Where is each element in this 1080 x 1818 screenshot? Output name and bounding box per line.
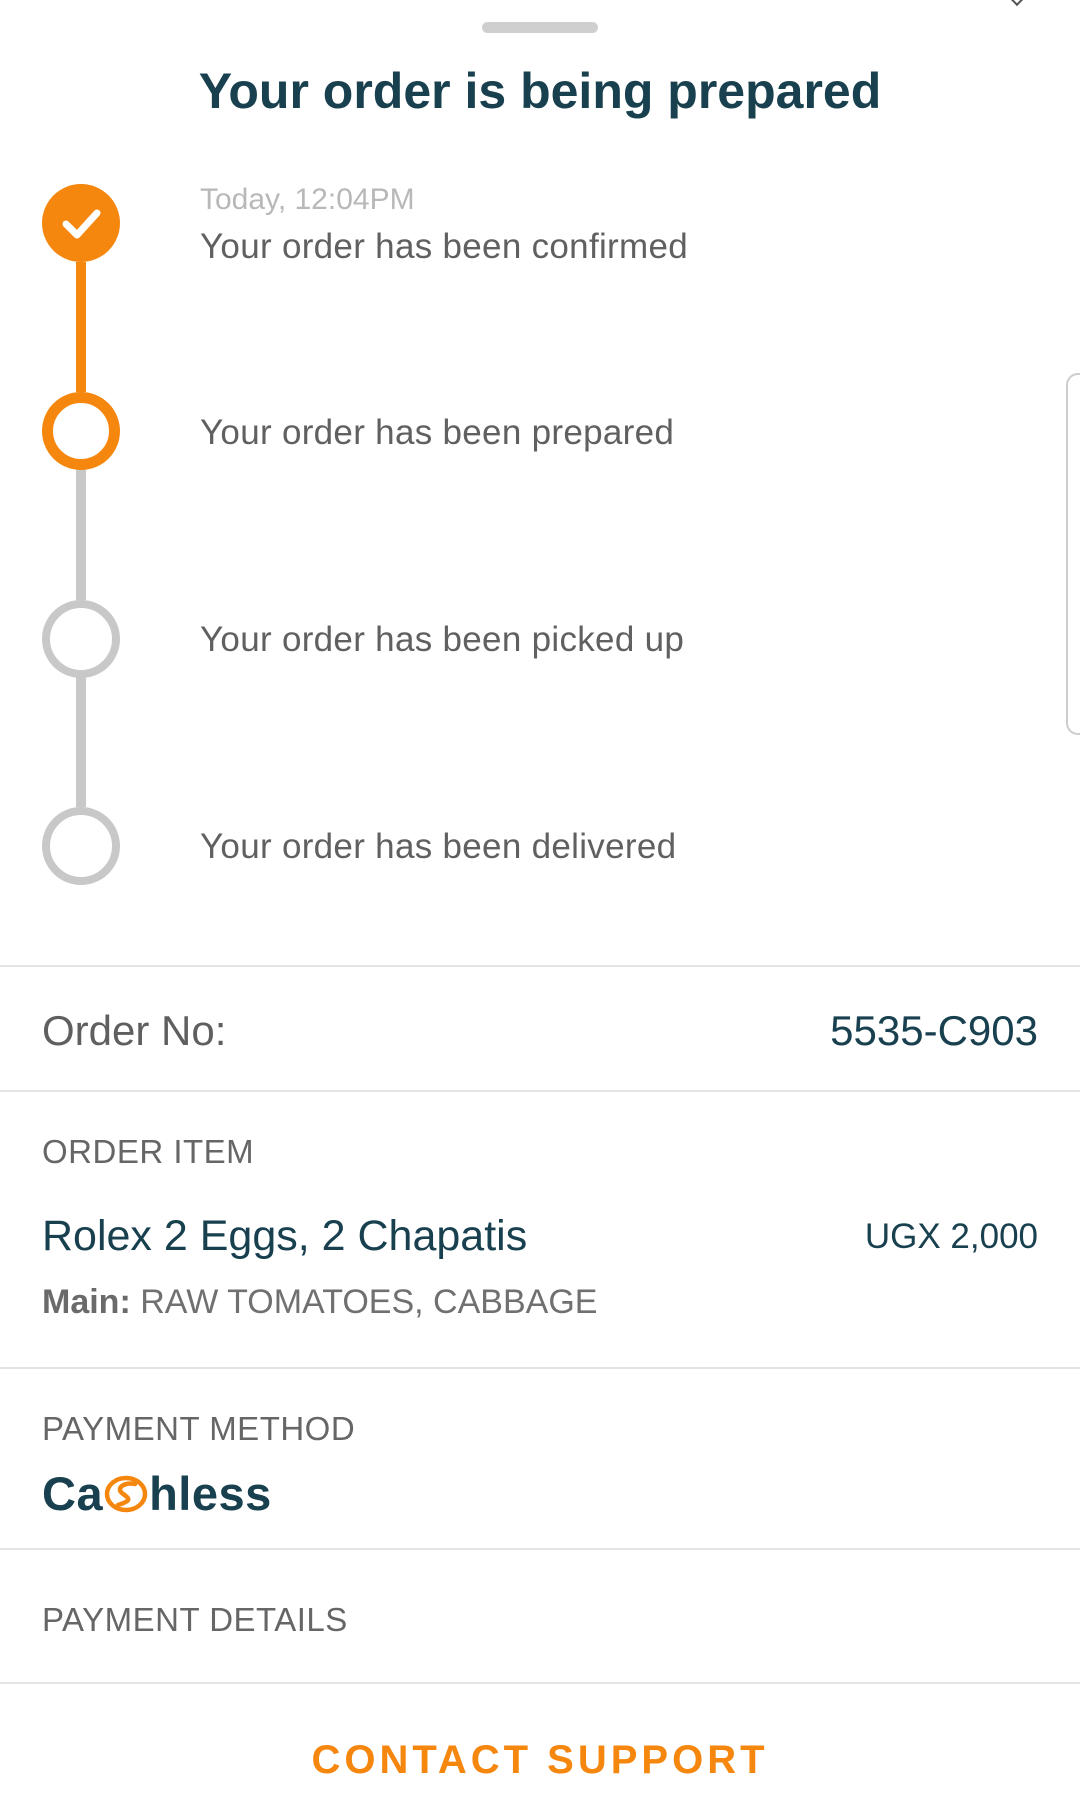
divider	[0, 1090, 1080, 1092]
timeline-connector-pending	[76, 470, 86, 600]
order-number-label: Order No:	[42, 1007, 227, 1054]
step-delivered-indicator	[42, 807, 120, 885]
timeline-connector-pending	[76, 677, 86, 807]
order-number-value: 5535-C903	[830, 1007, 1038, 1054]
cashless-s-logo-icon	[104, 1475, 148, 1513]
cashless-logo: Ca hless	[42, 1466, 272, 1521]
divider	[0, 1367, 1080, 1369]
payment-details-heading[interactable]: PAYMENT DETAILS	[42, 1601, 348, 1639]
order-progress-timeline: Today, 12:04PM Your order has been confi…	[0, 0, 1080, 960]
order-item-heading: ORDER ITEM	[42, 1133, 255, 1170]
checkmark-icon	[62, 209, 101, 239]
contact-support-button[interactable]: CONTACT SUPPORT	[0, 1738, 1080, 1783]
step-confirmed-indicator	[42, 184, 120, 262]
step-confirmed-label: Your order has been confirmed	[200, 227, 688, 266]
step-prepared-indicator	[42, 392, 120, 470]
step-picked-up-indicator	[42, 600, 120, 678]
step-prepared-label: Your order has been prepared	[200, 413, 675, 452]
divider	[0, 1548, 1080, 1550]
step-picked-up-label: Your order has been picked up	[200, 620, 685, 659]
cashless-logo-text-end: hless	[149, 1467, 272, 1520]
step-delivered-label: Your order has been delivered	[200, 827, 677, 866]
cashless-logo-text-start: Ca	[42, 1467, 104, 1520]
timeline-connector-completed	[76, 262, 86, 392]
order-item-name: Rolex 2 Eggs, 2 Chapatis	[42, 1212, 528, 1260]
order-item-price: UGX 2,000	[864, 1217, 1038, 1256]
step-confirmed-time: Today, 12:04PM	[200, 183, 415, 216]
divider	[0, 1682, 1080, 1684]
order-item-options-value: RAW TOMATOES, CABBAGE	[140, 1283, 598, 1321]
payment-method-heading: PAYMENT METHOD	[42, 1410, 356, 1447]
order-item-options: Main: RAW TOMATOES, CABBAGE	[42, 1283, 597, 1322]
divider	[0, 965, 1080, 967]
order-item-options-label: Main:	[42, 1283, 131, 1321]
order-status-screen: Your order is being prepared Today, 12:0…	[0, 0, 1080, 1818]
